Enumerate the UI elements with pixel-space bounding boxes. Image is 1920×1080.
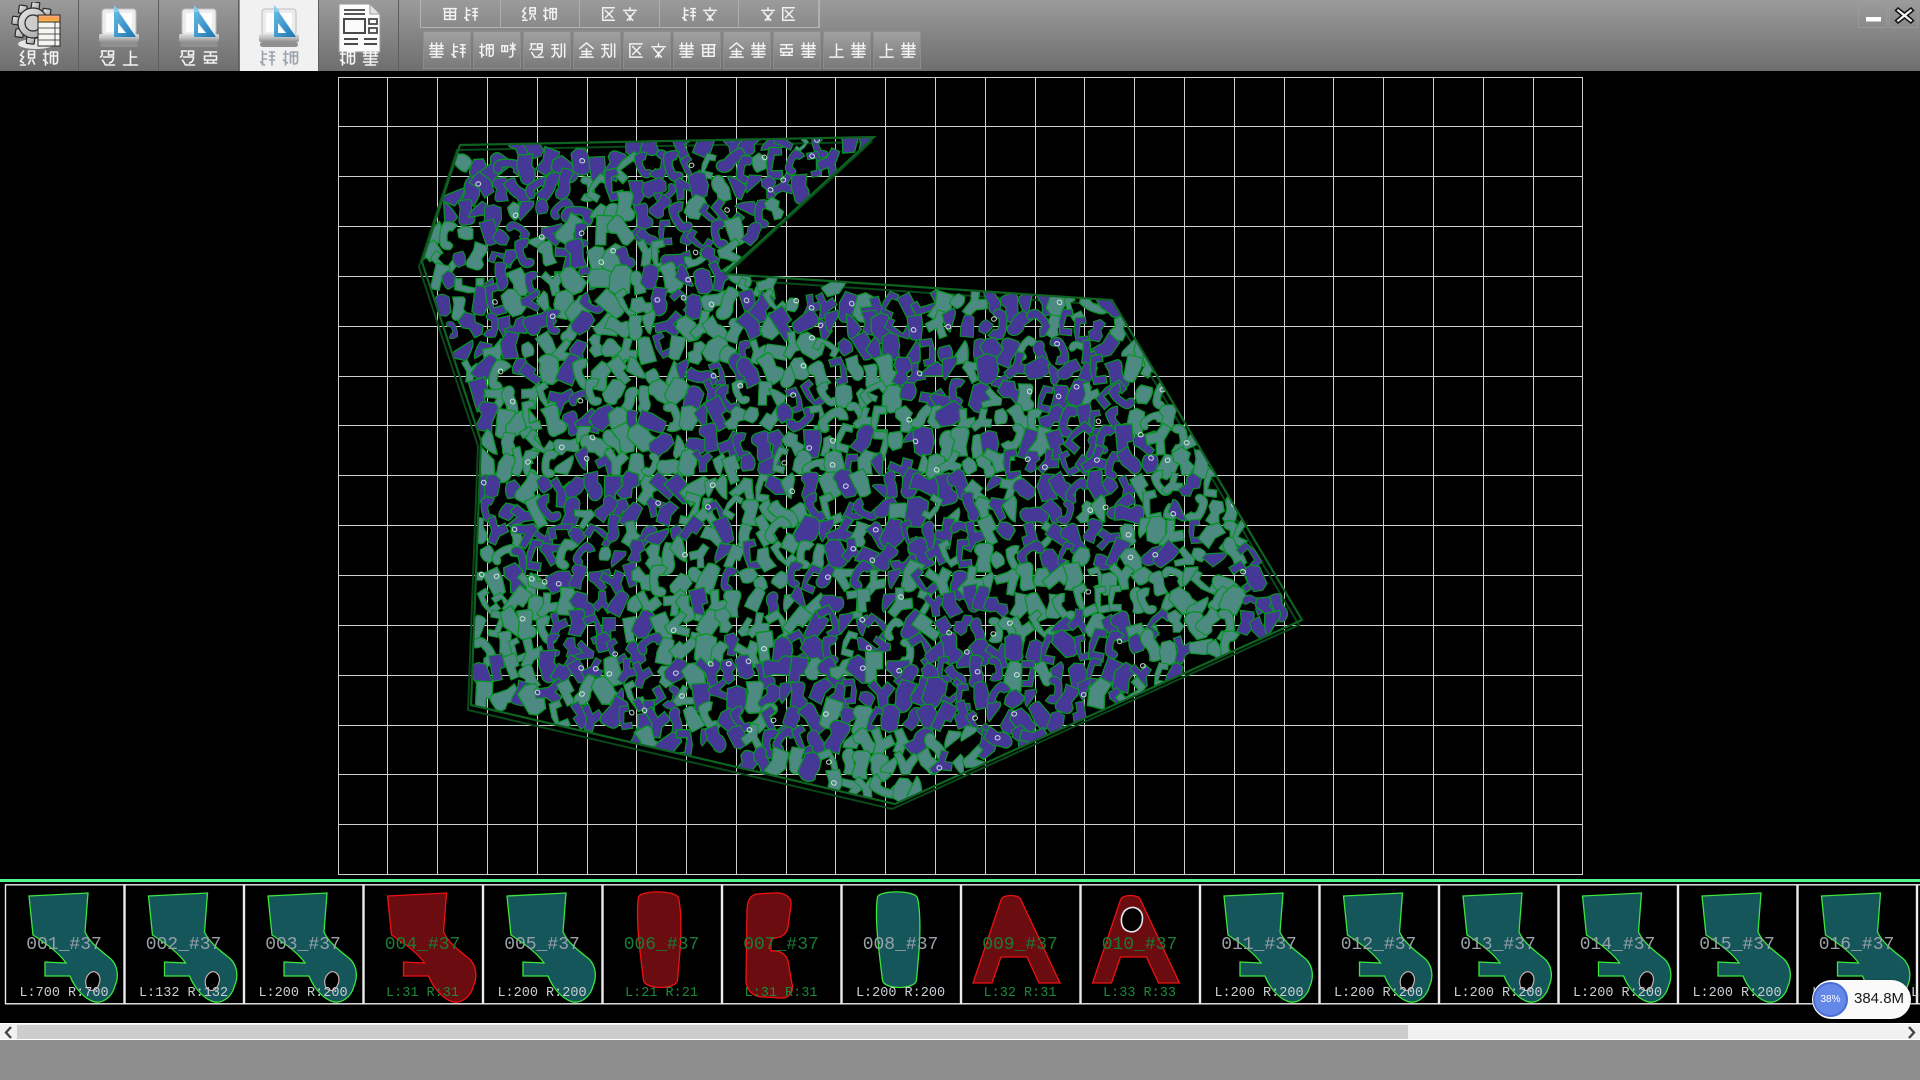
svg-text:002_#37: 002_#37: [146, 935, 222, 955]
svg-text:L:200 R:200: L:200 R:200: [258, 986, 347, 1001]
svg-text:L:2: L:2: [1911, 986, 1920, 1001]
svg-text:L:33 R:33: L:33 R:33: [1103, 986, 1176, 1001]
svg-text:015_#37: 015_#37: [1699, 935, 1775, 955]
svg-text:012_#37: 012_#37: [1341, 935, 1417, 955]
svg-text:013_#37: 013_#37: [1460, 935, 1536, 955]
svg-text:010_#37: 010_#37: [1102, 935, 1178, 955]
svg-text:L:21 R:21: L:21 R:21: [625, 986, 698, 1001]
svg-text:004_#37: 004_#37: [385, 935, 461, 955]
svg-text:L:200 R:200: L:200 R:200: [1692, 986, 1781, 1001]
svg-text:L:32 R:31: L:32 R:31: [984, 986, 1057, 1001]
svg-text:009_#37: 009_#37: [982, 935, 1058, 955]
svg-text:008_#37: 008_#37: [863, 935, 939, 955]
svg-text:L:200 R:200: L:200 R:200: [497, 986, 586, 1001]
svg-text:005_#37: 005_#37: [504, 935, 580, 955]
svg-text:007_#37: 007_#37: [743, 935, 819, 955]
svg-text:L:31 R:31: L:31 R:31: [386, 986, 459, 1001]
svg-text:006_#37: 006_#37: [624, 935, 700, 955]
svg-text:016_#37: 016_#37: [1819, 935, 1895, 955]
svg-text:L:200 R:200: L:200 R:200: [1214, 986, 1303, 1001]
svg-text:001_#37: 001_#37: [26, 935, 102, 955]
svg-text:L:200 R:200: L:200 R:200: [1453, 986, 1542, 1001]
svg-text:014_#37: 014_#37: [1580, 935, 1656, 955]
svg-text:L:700 R:700: L:700 R:700: [19, 986, 108, 1001]
svg-text:011_#37: 011_#37: [1221, 935, 1297, 955]
svg-text:L:31 R:31: L:31 R:31: [745, 986, 818, 1001]
svg-text:L:200 R:200: L:200 R:200: [856, 986, 945, 1001]
svg-text:003_#37: 003_#37: [265, 935, 341, 955]
svg-text:L:200 R:200: L:200 R:200: [1573, 986, 1662, 1001]
svg-text:L:200 R:200: L:200 R:200: [1334, 986, 1423, 1001]
svg-text:L:132 R:132: L:132 R:132: [139, 986, 228, 1001]
